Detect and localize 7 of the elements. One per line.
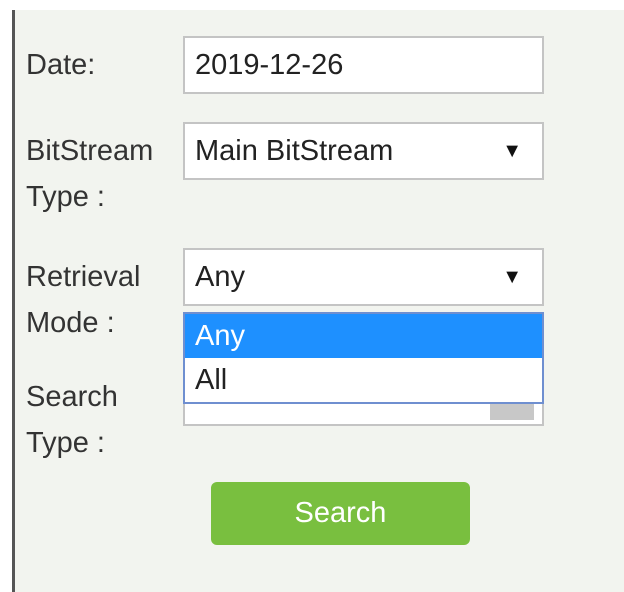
field-label: Search Type :: [26, 380, 119, 461]
field-label: Date:: [26, 48, 96, 83]
field-label: BitStream Type :: [26, 134, 154, 215]
field-label: Retrieval Mode :: [26, 260, 142, 341]
dropdown-option[interactable]: All: [185, 358, 542, 402]
date-field[interactable]: 2019-12-26: [183, 36, 544, 94]
select-field[interactable]: Main BitStream ▼: [183, 122, 544, 180]
